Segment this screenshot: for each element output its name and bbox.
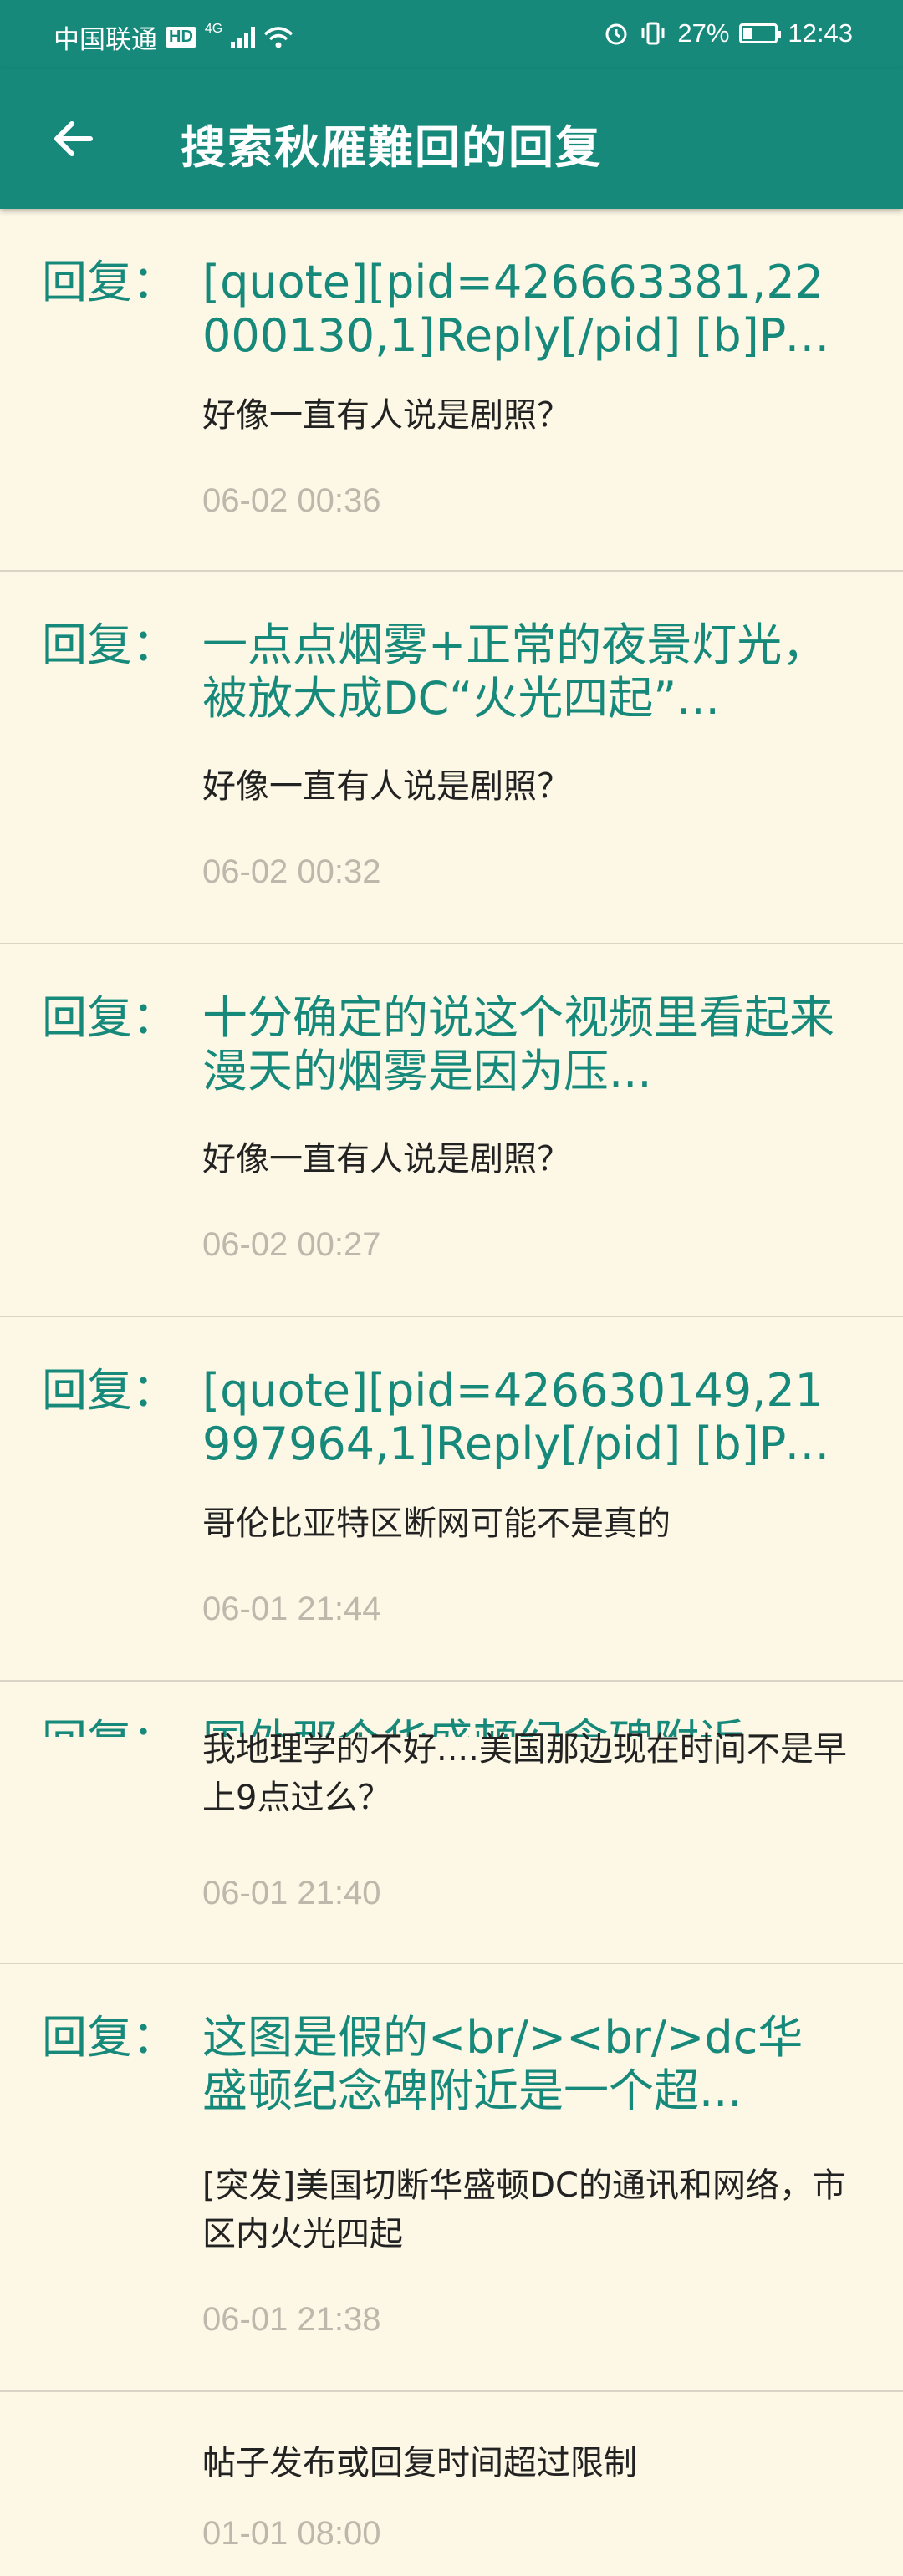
reply-time: 06-01 21:44 — [202, 1591, 381, 1627]
reply-time: 06-01 21:38 — [202, 2301, 381, 2338]
reply-content: 哥伦比亚特区断网可能不是真的 — [202, 1504, 671, 1543]
alarm-icon — [605, 23, 627, 45]
reply-time: 06-02 00:36 — [202, 482, 381, 519]
status-right: 27% 12:43 — [604, 18, 853, 48]
reply-content: 好像一直有人说是剧照？ — [202, 396, 570, 435]
network-type: 4G — [204, 21, 223, 36]
reply-label: 回复： — [42, 1364, 177, 1417]
list-item[interactable]: 回复： 十分确定的说这个视频里看起来漫天的烟雾是因为压... 好像一直有人说是剧… — [0, 944, 903, 1317]
clock: 12:43 — [788, 18, 853, 48]
list-item[interactable]: 帖子发布或回复时间超过限制 01-01 08:00 — [0, 2392, 903, 2576]
back-arrow-icon — [54, 121, 93, 156]
status-bar: 中国联通 HD 4G 27% 12:43 — [0, 0, 903, 69]
app-bar: 搜索秋雁難回的回复 — [0, 69, 903, 209]
hd-badge: HD — [166, 27, 196, 48]
list-item[interactable]: 回复： 一点点烟雾+正常的夜景灯光，被放大成DC“火光四起”... 好像一直有人… — [0, 572, 903, 944]
reply-content: [突发]美国切断华盛顿DC的通讯和网络，市区内火光四起 — [202, 2166, 846, 2253]
reply-content: 好像一直有人说是剧照？ — [202, 1140, 570, 1179]
reply-time: 06-02 00:27 — [202, 1226, 381, 1263]
reply-label: 回复： — [42, 1715, 177, 1737]
reply-time: 06-01 21:40 — [202, 1875, 381, 1912]
reply-label: 回复： — [42, 2011, 177, 2064]
back-button[interactable] — [43, 109, 104, 169]
status-left: 中国联通 HD 4G — [54, 18, 293, 56]
reply-title[interactable]: 十分确定的说这个视频里看起来漫天的烟雾是因为压... — [202, 991, 846, 1098]
reply-time: 01-01 08:00 — [202, 2515, 381, 2552]
reply-title[interactable]: 一点点烟雾+正常的夜景灯光，被放大成DC“火光四起”... — [202, 619, 846, 725]
reply-label: 回复： — [42, 619, 177, 671]
reply-list[interactable]: 回复： [quote][pid=426663381,22000130,1]Rep… — [0, 209, 903, 2576]
vibrate-icon — [641, 22, 665, 45]
list-item[interactable]: 回复： 这图是假的<br/><br/>dc华盛顿纪念碑附近是一个超... [突发… — [0, 1964, 903, 2392]
reply-content: 帖子发布或回复时间超过限制 — [202, 2444, 637, 2482]
list-item[interactable]: 回复： 国外那个华盛顿纪念碑附近 我地理学的不好....美国那边现在时间不是早上… — [0, 1682, 903, 1964]
reply-content: 好像一直有人说是剧照？ — [202, 767, 570, 806]
battery-icon — [739, 23, 782, 43]
reply-label: 回复： — [42, 991, 177, 1044]
carrier-name: 中国联通 — [54, 25, 157, 54]
battery-percent: 27% — [677, 18, 730, 48]
reply-time: 06-02 00:32 — [202, 853, 381, 890]
reply-content: 我地理学的不好....美国那边现在时间不是早上9点过么？ — [202, 1730, 847, 1817]
reply-title[interactable]: [quote][pid=426630149,21997964,1]Reply[/… — [202, 1364, 846, 1471]
reply-label: 回复： — [42, 256, 177, 308]
reply-title[interactable]: [quote][pid=426663381,22000130,1]Reply[/… — [202, 256, 846, 363]
list-item[interactable]: 回复： [quote][pid=426630149,21997964,1]Rep… — [0, 1317, 903, 1682]
signal-icon — [231, 26, 256, 48]
wifi-icon — [264, 26, 293, 48]
list-item[interactable]: 回复： [quote][pid=426663381,22000130,1]Rep… — [0, 209, 903, 572]
page-title: 搜索秋雁難回的回复 — [181, 121, 602, 174]
reply-title[interactable]: 这图是假的<br/><br/>dc华盛顿纪念碑附近是一个超... — [202, 2011, 846, 2118]
